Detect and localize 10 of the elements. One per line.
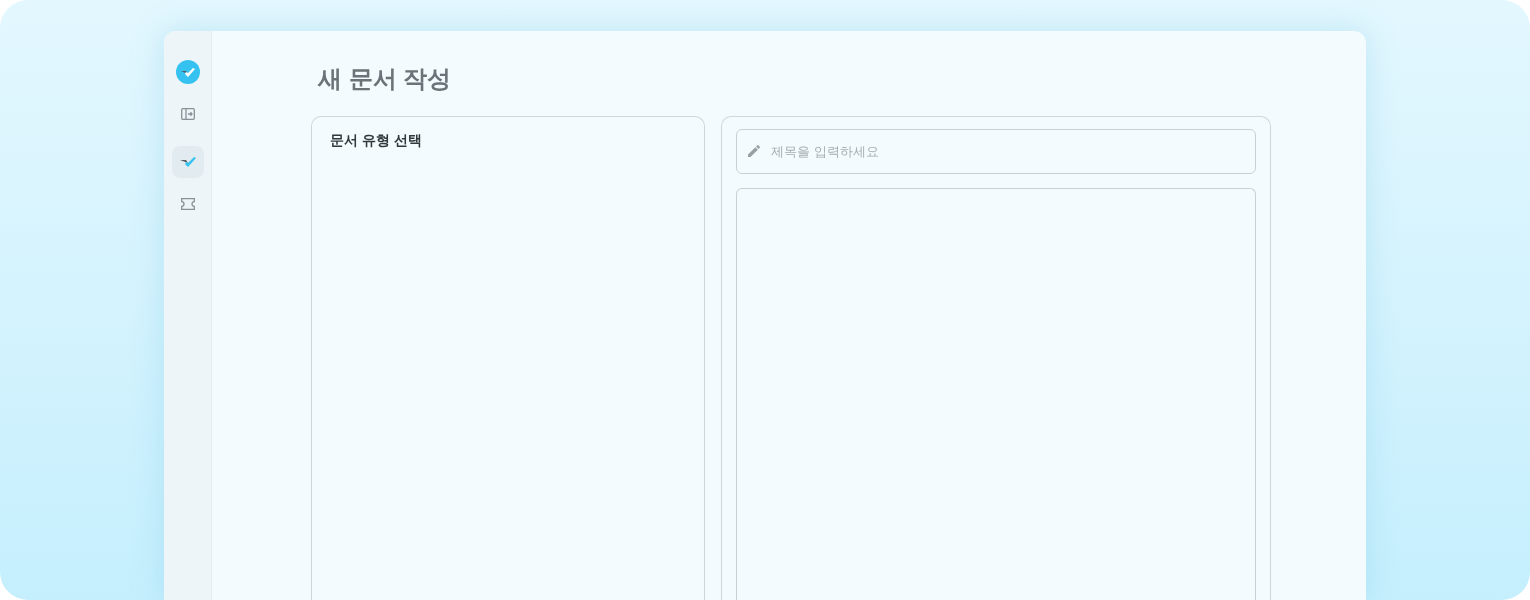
content-field[interactable] [736, 188, 1256, 600]
title-field[interactable]: 제목을 입력하세요 [736, 129, 1256, 174]
page-title: 새 문서 작성 [318, 64, 453, 94]
logo-icon [175, 60, 200, 84]
checkmark-icon [178, 156, 197, 168]
pencil-icon [746, 143, 762, 159]
ticket-icon [180, 198, 195, 210]
sidebar-nav-item[interactable] [171, 146, 204, 178]
sidebar-toggle-icon [180, 108, 195, 120]
panel-title: 문서 유형 선택 [330, 131, 423, 150]
